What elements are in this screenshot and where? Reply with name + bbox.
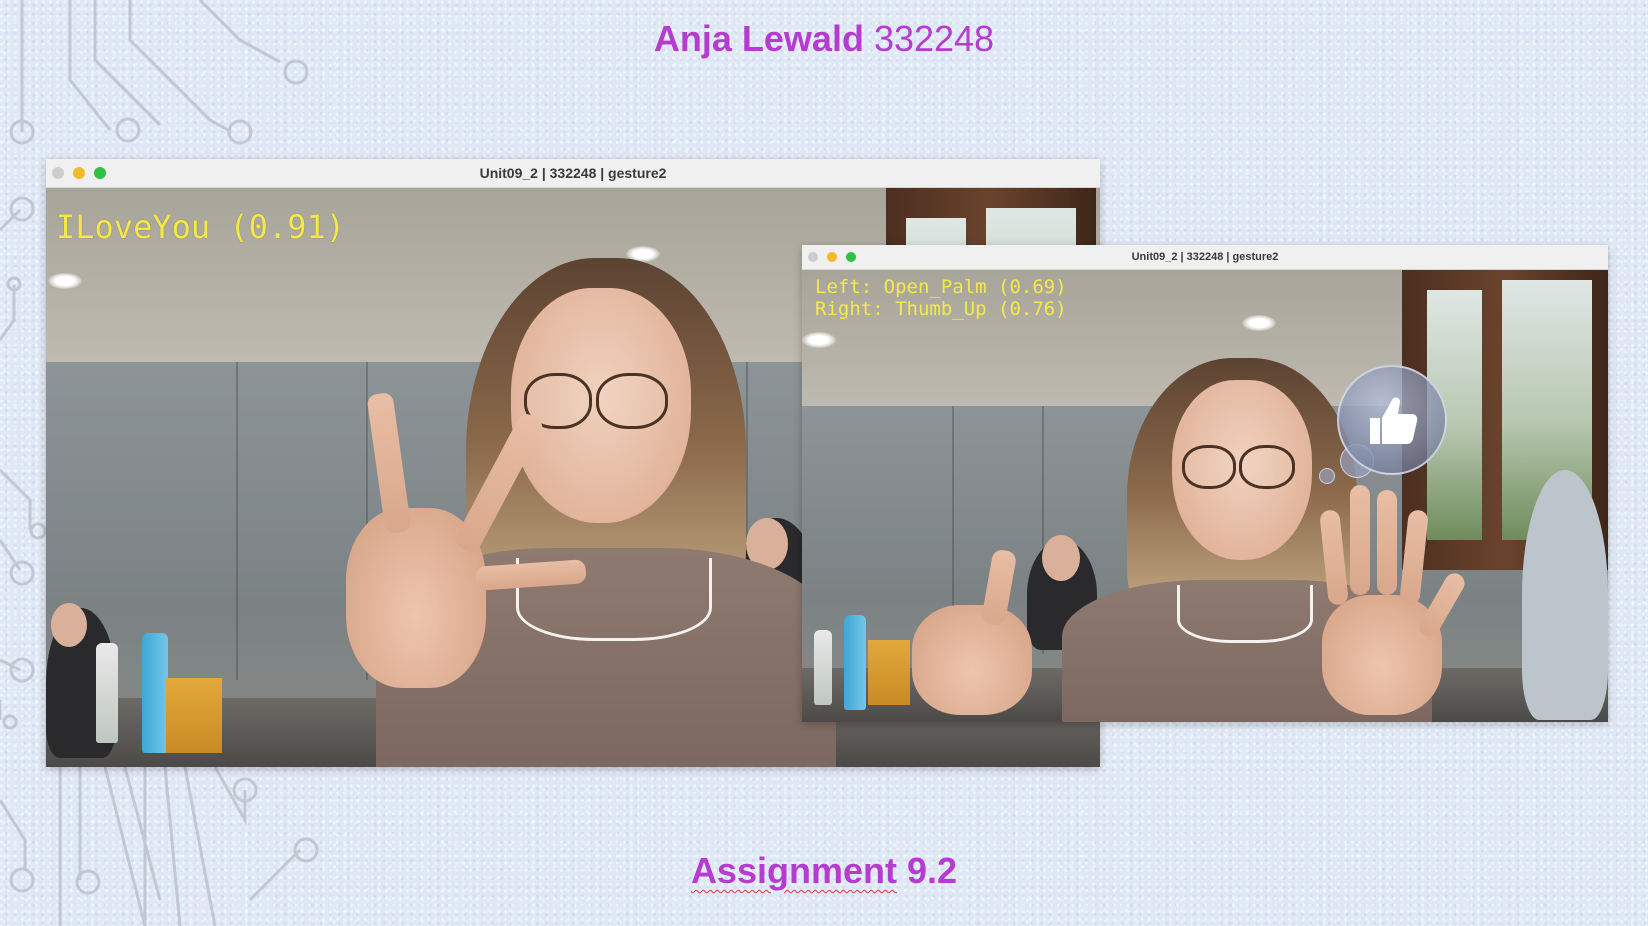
- assignment-label: Assignment: [690, 850, 897, 891]
- window-controls: [52, 159, 106, 187]
- camera-feed: Left: Open_Palm (0.69) Right: Thumb_Up (…: [802, 270, 1608, 722]
- slide-subtitle: Assignment 9.2: [0, 850, 1648, 892]
- slide-title: Anja Lewald 332248: [0, 18, 1648, 60]
- close-button[interactable]: [52, 167, 64, 179]
- window-title: Unit09_2 | 332248 | gesture2: [479, 165, 667, 181]
- right-hand-result: Right: Thumb_Up (0.76): [815, 298, 1067, 320]
- minimize-button[interactable]: [827, 252, 837, 262]
- assignment-number: 9.2: [907, 850, 958, 891]
- close-button[interactable]: [808, 252, 818, 262]
- minimize-button[interactable]: [73, 167, 85, 179]
- camera-window-secondary[interactable]: Unit09_2 | 332248 | gesture2 Left: Open_…: [802, 245, 1608, 722]
- maximize-button[interactable]: [846, 252, 856, 262]
- author-name: Anja Lewald: [653, 18, 864, 59]
- window-titlebar[interactable]: Unit09_2 | 332248 | gesture2: [802, 245, 1608, 270]
- maximize-button[interactable]: [94, 167, 106, 179]
- student-id: 332248: [873, 18, 995, 59]
- window-titlebar[interactable]: Unit09_2 | 332248 | gesture2: [46, 159, 1100, 188]
- window-controls: [808, 245, 856, 269]
- window-title: Unit09_2 | 332248 | gesture2: [1131, 251, 1279, 263]
- thumbs-up-icon: [1337, 365, 1447, 475]
- left-hand-result: Left: Open_Palm (0.69): [815, 276, 1067, 298]
- gesture-result-text: ILoveYou (0.91): [56, 208, 345, 246]
